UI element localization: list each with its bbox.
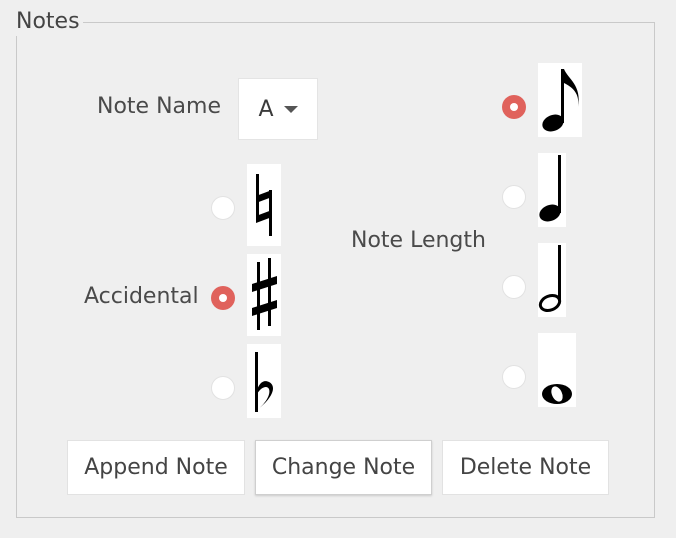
sharp-icon xyxy=(247,254,281,336)
note-length-whole-radio[interactable] xyxy=(502,365,526,389)
note-name-label: Note Name xyxy=(97,94,221,119)
eighth-note-icon xyxy=(538,63,582,137)
delete-note-button[interactable]: Delete Note xyxy=(442,440,609,495)
note-name-value: A xyxy=(258,96,274,122)
accidental-natural-radio[interactable] xyxy=(211,196,235,220)
change-note-button[interactable]: Change Note xyxy=(255,440,432,495)
half-note-icon xyxy=(538,243,566,317)
natural-icon xyxy=(247,164,281,246)
note-length-quarter-radio[interactable] xyxy=(502,185,526,209)
note-length-label: Note Length xyxy=(351,228,486,253)
chevron-down-icon xyxy=(283,105,298,113)
note-length-half-radio[interactable] xyxy=(502,275,526,299)
flat-icon xyxy=(247,344,281,418)
note-name-dropdown[interactable]: A xyxy=(238,78,318,140)
accidental-label: Accidental xyxy=(84,284,199,309)
quarter-note-icon xyxy=(538,153,566,227)
note-length-eighth-radio[interactable] xyxy=(502,95,526,119)
accidental-sharp-radio[interactable] xyxy=(211,286,235,310)
notes-group-title: Notes xyxy=(14,8,83,36)
accidental-flat-radio[interactable] xyxy=(211,376,235,400)
append-note-button[interactable]: Append Note xyxy=(67,440,245,495)
whole-note-icon xyxy=(538,333,576,407)
